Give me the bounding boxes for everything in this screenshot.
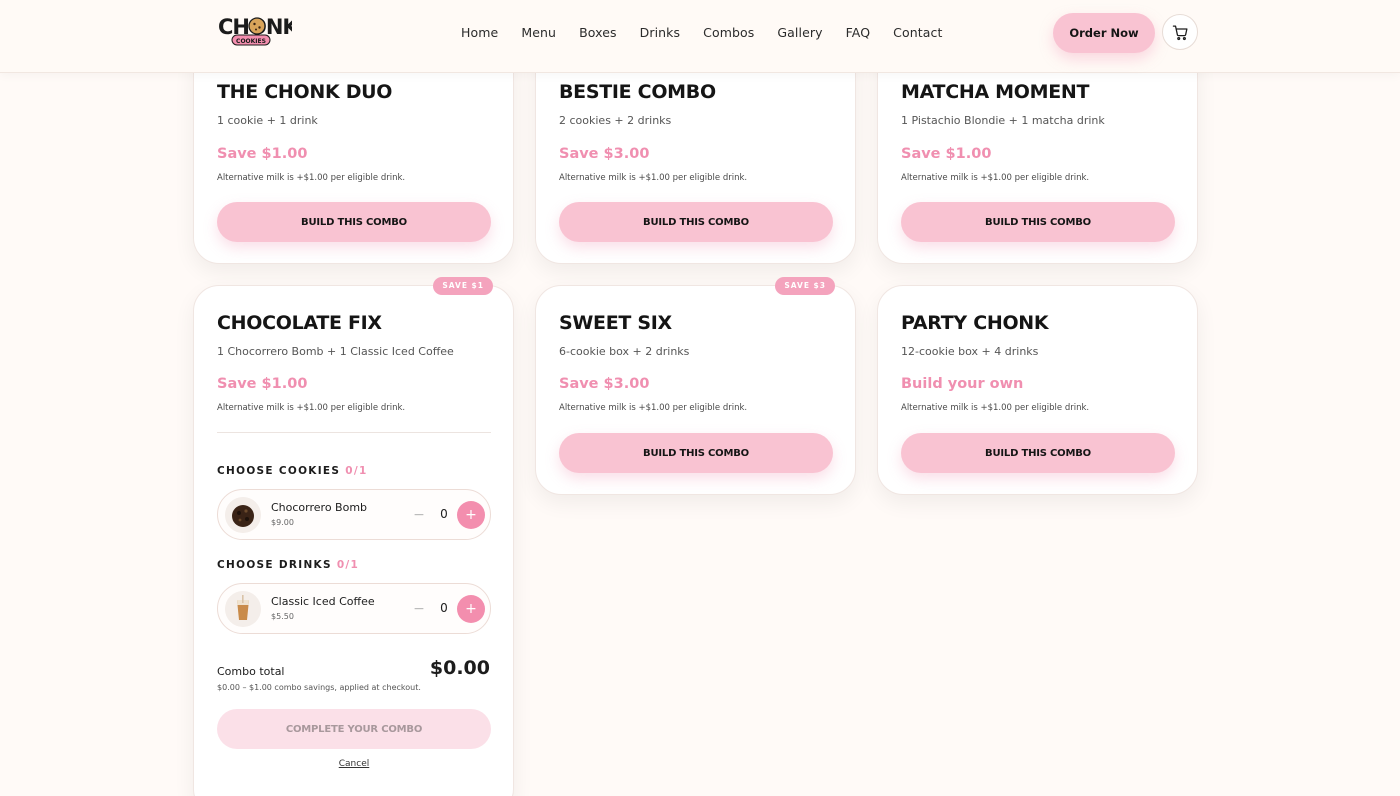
choose-drinks-text: CHOOSE DRINKS <box>217 559 332 571</box>
cookie-price: $9.00 <box>271 518 294 527</box>
combo-card-matcha-moment: MATCHA MOMENT 1 Pistachio Blondie + 1 ma… <box>877 40 1198 264</box>
combo-savings: Save $3.00 <box>559 146 650 162</box>
nav-combos[interactable]: Combos <box>703 25 754 41</box>
build-combo-button[interactable]: BUILD THIS COMBO <box>559 433 833 473</box>
combo-total-label: Combo total <box>217 665 285 678</box>
cart-icon <box>1172 24 1188 40</box>
cancel-link[interactable]: Cancel <box>194 759 514 769</box>
choose-cookies-text: CHOOSE COOKIES <box>217 465 341 477</box>
drink-quantity: 0 <box>440 601 448 615</box>
save-badge: SAVE $1 <box>433 277 493 295</box>
chocorrero-bomb-thumbnail <box>225 497 261 533</box>
drink-image-icon <box>225 591 261 627</box>
nav-boxes[interactable]: Boxes <box>579 25 617 41</box>
combo-savings: Build your own <box>901 376 1024 392</box>
drinks-count: 0/1 <box>336 559 360 571</box>
drink-decrement-button[interactable]: − <box>406 596 432 622</box>
cookie-increment-button[interactable]: + <box>457 501 485 529</box>
combo-description: 1 cookie + 1 drink <box>217 114 318 127</box>
combo-card-bestie: BESTIE COMBO 2 cookies + 2 drinks Save $… <box>535 40 856 264</box>
cookie-option-row: Chocorrero Bomb $9.00 − 0 + <box>217 489 491 540</box>
combo-card-chonk-duo: THE CHONK DUO 1 cookie + 1 drink Save $1… <box>193 40 514 264</box>
combo-milk-note: Alternative milk is +$1.00 per eligible … <box>901 403 1090 413</box>
logo-subtext: COOKIES <box>236 38 266 45</box>
combo-savings: Save $1.00 <box>217 376 308 392</box>
cookie-name: Chocorrero Bomb <box>271 501 368 514</box>
drink-price: $5.50 <box>271 612 294 621</box>
build-combo-button[interactable]: BUILD THIS COMBO <box>901 202 1175 242</box>
combo-card-sweet-six: SAVE $3 SWEET SIX 6-cookie box + 2 drink… <box>535 277 856 495</box>
combo-description: 2 cookies + 2 drinks <box>559 114 672 127</box>
combo-card-party-chonk: PARTY CHONK 12-cookie box + 4 drinks Bui… <box>877 285 1198 495</box>
combo-description: 12-cookie box + 4 drinks <box>901 345 1039 358</box>
combo-savings: Save $1.00 <box>217 146 308 162</box>
combo-savings: Save $1.00 <box>901 146 992 162</box>
cookies-count: 0/1 <box>345 465 368 477</box>
save-badge: SAVE $3 <box>775 277 835 295</box>
choose-cookies-label: CHOOSE COOKIES 0/1 <box>217 465 368 477</box>
combo-card-chocolate-fix: SAVE $1 CHOCOLATE FIX 1 Chocorrero Bomb … <box>193 277 514 796</box>
main-nav: Home Menu Boxes Drinks Combos Gallery FA… <box>461 25 965 41</box>
combo-title: CHOCOLATE FIX <box>217 312 382 334</box>
cookie-image-icon <box>225 497 261 533</box>
combo-title: SWEET SIX <box>559 312 672 334</box>
combo-description: 6-cookie box + 2 drinks <box>559 345 690 358</box>
combo-milk-note: Alternative milk is +$1.00 per eligible … <box>559 173 748 183</box>
drink-name: Classic Iced Coffee <box>271 595 375 608</box>
combo-title: BESTIE COMBO <box>559 81 716 103</box>
build-combo-button[interactable]: BUILD THIS COMBO <box>217 202 491 242</box>
combo-title: MATCHA MOMENT <box>901 81 1090 103</box>
combo-title: PARTY CHONK <box>901 312 1049 334</box>
build-combo-button[interactable]: BUILD THIS COMBO <box>901 433 1175 473</box>
nav-menu[interactable]: Menu <box>521 25 556 41</box>
choose-drinks-label: CHOOSE DRINKS 0/1 <box>217 559 359 571</box>
nav-drinks[interactable]: Drinks <box>640 25 681 41</box>
combo-milk-note: Alternative milk is +$1.00 per eligible … <box>217 173 406 183</box>
combo-title: THE CHONK DUO <box>217 81 393 103</box>
divider <box>217 432 491 433</box>
combo-savings-note: $0.00 – $1.00 combo savings, applied at … <box>217 683 421 692</box>
classic-iced-coffee-thumbnail <box>225 591 261 627</box>
combo-description: 1 Pistachio Blondie + 1 matcha drink <box>901 114 1105 127</box>
order-now-button[interactable]: Order Now <box>1053 13 1155 53</box>
cookie-quantity: 0 <box>440 507 448 521</box>
combo-milk-note: Alternative milk is +$1.00 per eligible … <box>559 403 748 413</box>
cookie-decrement-button[interactable]: − <box>406 502 432 528</box>
chonk-cookies-logo[interactable]: CHONK COOKIES <box>216 10 292 48</box>
site-header: CHONK COOKIES Home Menu Boxes Drinks Com… <box>0 0 1400 73</box>
complete-combo-button[interactable]: COMPLETE YOUR COMBO <box>217 709 491 749</box>
nav-contact[interactable]: Contact <box>893 25 942 41</box>
drink-option-row: Classic Iced Coffee $5.50 − 0 + <box>217 583 491 634</box>
combo-total-value: $0.00 <box>429 657 490 679</box>
combo-savings: Save $3.00 <box>559 376 650 392</box>
nav-gallery[interactable]: Gallery <box>777 25 822 41</box>
build-combo-button[interactable]: BUILD THIS COMBO <box>559 202 833 242</box>
cart-button[interactable] <box>1162 14 1198 50</box>
nav-home[interactable]: Home <box>461 25 498 41</box>
combo-milk-note: Alternative milk is +$1.00 per eligible … <box>901 173 1090 183</box>
nav-faq[interactable]: FAQ <box>846 25 871 41</box>
combo-milk-note: Alternative milk is +$1.00 per eligible … <box>217 403 406 413</box>
drink-increment-button[interactable]: + <box>457 595 485 623</box>
combo-description: 1 Chocorrero Bomb + 1 Classic Iced Coffe… <box>217 345 454 358</box>
